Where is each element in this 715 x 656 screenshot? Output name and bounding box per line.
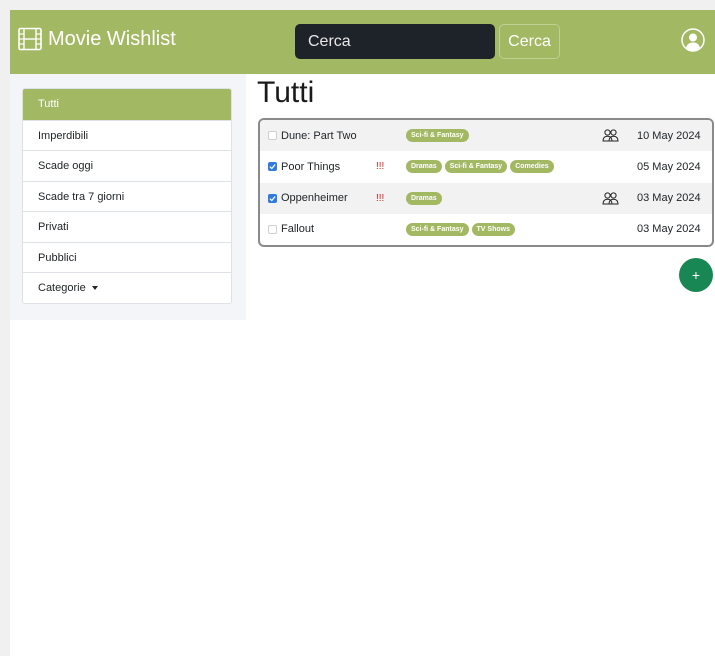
film-title: Dune: Part Two [281,129,357,142]
category-tags: Dramas [406,183,445,214]
table-row: Poor Things !!! Dramas Sci-fi & Fantasy … [260,151,712,182]
sidebar-item-pubblici[interactable]: Pubblici [23,241,231,273]
watched-checkbox[interactable] [268,162,277,172]
category-tag: TV Shows [471,222,515,236]
people-icon [602,129,619,142]
category-tag: Dramas [406,160,442,174]
check-icon [269,195,276,201]
table-row: Dune: Part Two Sci-fi & Fantasy 10 May 2… [260,120,712,152]
film-title-cell: Fallout [268,214,314,245]
film-title-cell: Poor Things [268,151,340,182]
add-film-button[interactable]: + [679,258,713,292]
user-circle-icon[interactable] [681,28,705,52]
brand[interactable]: Movie Wishlist [18,27,176,51]
category-tag: Comedies [510,160,554,174]
shared-cell [602,120,619,151]
sidebar-item-categorie[interactable]: Categorie [23,272,231,303]
film-title: Oppenheimer [281,192,348,204]
category-tags: Dramas Sci-fi & Fantasy Comedies [406,151,557,182]
due-date: 10 May 2024 [637,129,701,142]
due-date: 03 May 2024 [637,192,701,204]
app-window: Movie Wishlist Cerca Tutti Imperdibili S… [10,10,715,656]
watched-checkbox[interactable] [268,131,277,140]
search-button[interactable]: Cerca [499,24,560,59]
table-row: Oppenheimer !!! Dramas 03 May 2024 [260,182,712,214]
due-date: 05 May 2024 [637,160,701,173]
caret-down-icon [91,286,98,291]
sidebar-item-scade-oggi[interactable]: Scade oggi [23,150,231,181]
search-input[interactable] [295,24,495,59]
category-tags: Sci-fi & Fantasy [406,120,472,151]
priority-flag: !!! [376,161,385,173]
brand-title: Movie Wishlist [48,27,176,50]
watched-checkbox[interactable] [268,193,277,203]
sidebar-item-privati[interactable]: Privati [23,211,231,242]
priority-flag: !!! [376,192,385,204]
film-title: Fallout [281,223,315,236]
film-list: Dune: Part Two Sci-fi & Fantasy 10 May 2… [258,118,714,247]
watched-checkbox[interactable] [268,224,277,234]
page-title: Tutti [257,76,315,109]
sidebar-menu: Tutti Imperdibili Scade oggi Scade tra 7… [22,88,232,304]
categorie-label: Categorie [38,282,86,294]
category-tag: Sci-fi & Fantasy [406,129,469,142]
check-icon [269,164,276,170]
sidebar-item-scade-7-giorni[interactable]: Scade tra 7 giorni [23,180,231,212]
sidebar-item-tutti[interactable]: Tutti [23,89,231,120]
film-title: Poor Things [281,160,341,173]
category-tag: Sci-fi & Fantasy [406,222,469,236]
people-icon [602,191,619,204]
shared-cell [602,183,619,214]
navbar: Movie Wishlist Cerca [10,10,715,74]
category-tag: Dramas [406,191,442,205]
table-row: Fallout Sci-fi & Fantasy TV Shows 03 May… [260,214,712,245]
film-title-cell: Oppenheimer [268,183,348,214]
sidebar: Tutti Imperdibili Scade oggi Scade tra 7… [10,74,246,320]
due-date: 03 May 2024 [637,223,701,236]
category-tag: Sci-fi & Fantasy [444,160,508,174]
film-icon [18,27,42,51]
film-title-cell: Dune: Part Two [268,120,357,151]
sidebar-item-imperdibili[interactable]: Imperdibili [23,119,231,151]
category-tags: Sci-fi & Fantasy TV Shows [406,214,518,245]
